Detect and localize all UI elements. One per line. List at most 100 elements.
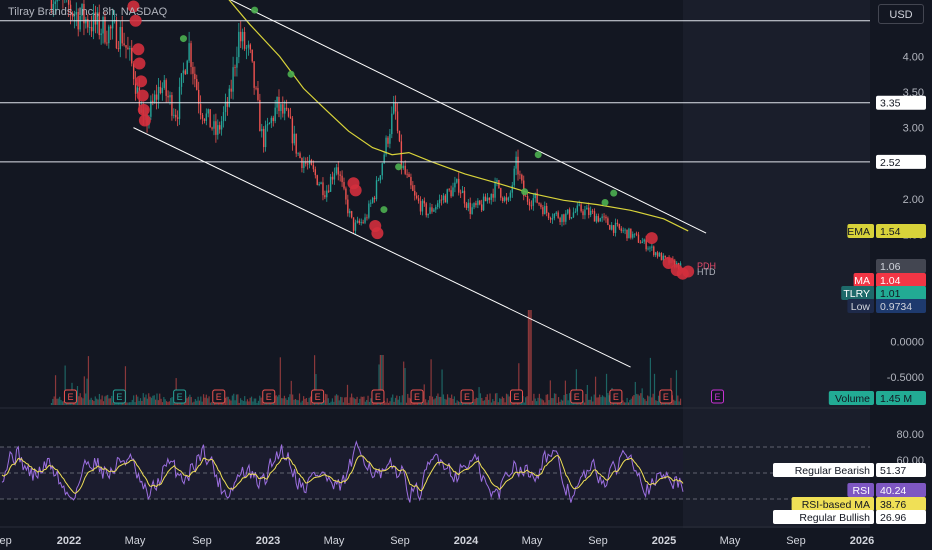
price-label-value: 1.01 — [880, 288, 901, 300]
volume-bar — [449, 398, 451, 405]
candle-body — [459, 192, 462, 194]
candle-body — [360, 222, 362, 224]
volume-bar — [431, 396, 434, 405]
volume-bar — [562, 400, 564, 405]
candle-body — [305, 162, 307, 164]
candle-body — [368, 203, 370, 218]
volume-bar — [259, 395, 261, 405]
volume-bar — [429, 395, 431, 405]
candle-body — [213, 121, 215, 129]
candle-body — [414, 190, 416, 196]
candle-body — [570, 217, 573, 219]
rsi-level-tag: RSI-based MA 38.76 — [791, 497, 926, 511]
volume-bar — [196, 400, 198, 405]
level-tag: 3.35 — [876, 95, 926, 110]
volume-bar — [131, 399, 133, 405]
candle-body — [245, 47, 248, 49]
earnings-marker: E — [509, 389, 523, 404]
candle-body — [152, 100, 154, 102]
candle-body — [545, 205, 548, 213]
volume-bar — [233, 393, 235, 405]
volume-bar — [563, 395, 565, 405]
candle-body — [618, 223, 621, 229]
volume-bar — [678, 401, 680, 405]
earnings-marker: E — [212, 389, 226, 404]
volume-bar — [341, 397, 343, 405]
volume-bar — [456, 400, 458, 405]
candle-body — [115, 19, 118, 49]
candle-body — [285, 107, 288, 110]
candle-body — [238, 31, 240, 58]
volume-bar — [276, 396, 279, 405]
volume-bar — [105, 395, 107, 405]
price-label: Low 0.9734 — [847, 299, 926, 313]
candle-body — [444, 195, 447, 203]
candle-body — [387, 137, 389, 144]
volume-bar — [438, 396, 440, 405]
candle-body — [391, 113, 393, 135]
volume-bar — [330, 401, 332, 405]
volume-bar — [248, 401, 250, 405]
volume-bar — [139, 398, 142, 405]
volume-bar — [396, 395, 398, 405]
volume-bar — [170, 398, 172, 405]
candle-body — [408, 174, 410, 177]
volume-bar — [474, 399, 476, 405]
volume-bar — [363, 396, 365, 405]
volume-bar — [126, 402, 128, 405]
volume-bar — [353, 398, 355, 405]
earnings-marker: E — [460, 389, 474, 404]
candle-body — [500, 188, 502, 198]
candle-body — [448, 189, 450, 191]
candle-body — [603, 216, 605, 218]
candle-body — [637, 234, 640, 243]
volume-bar — [494, 393, 497, 405]
symbol-title[interactable]: Tilray Brands, Inc., 8h, NASDAQ — [8, 6, 167, 18]
bearish-dot — [132, 43, 145, 56]
volume-bar — [229, 399, 231, 405]
candle-body — [209, 109, 211, 128]
volume-bar — [279, 357, 281, 405]
candle-body — [375, 180, 378, 200]
candle-body — [224, 101, 227, 113]
volume-bar — [308, 397, 310, 405]
chart-marker-label: HTD — [697, 267, 716, 277]
volume-bar — [607, 393, 609, 405]
volume-bar — [490, 402, 493, 405]
volume-bar — [285, 398, 287, 405]
volume-bar — [457, 401, 460, 405]
bearish-dot — [133, 57, 146, 70]
candle-body — [639, 242, 642, 244]
volume-bar — [549, 380, 551, 405]
earnings-marker: E — [570, 389, 584, 404]
candle-body — [479, 200, 481, 205]
chart-canvas[interactable]: PDHHTD EEEEEEEEEEEEEE 4.003.503.002.502.… — [0, 0, 932, 550]
volume-bar — [389, 401, 391, 405]
volume-bar — [640, 393, 642, 405]
currency-button[interactable]: USD — [878, 4, 924, 24]
volume-bar — [542, 400, 545, 405]
candle-body — [222, 112, 225, 122]
candle-body — [211, 127, 213, 129]
candle-body — [461, 190, 464, 194]
candle-body — [612, 225, 615, 233]
volume-bar — [370, 398, 372, 405]
candle-body — [232, 67, 234, 92]
volume-bar — [385, 402, 387, 405]
time-axis[interactable]: Sep 2022 May Sep 2023 May Sep 2024 May Sep 2025 May… — [0, 528, 874, 550]
volume-bar — [538, 393, 540, 405]
volume-bar — [150, 397, 153, 405]
volume-bar — [245, 401, 247, 405]
volume-bar — [433, 399, 435, 405]
candle-body — [121, 27, 123, 44]
volume-bar — [293, 399, 295, 405]
candle-body — [475, 203, 477, 206]
volume-bar — [198, 400, 201, 405]
volume-bar — [107, 394, 109, 405]
volume-bar — [590, 396, 593, 405]
rsi-level-tag: RSI 40.24 — [847, 483, 926, 497]
volume-bar — [281, 398, 283, 405]
candle-body — [88, 27, 91, 28]
candle-body — [234, 67, 236, 68]
bearish-dot — [135, 75, 148, 88]
